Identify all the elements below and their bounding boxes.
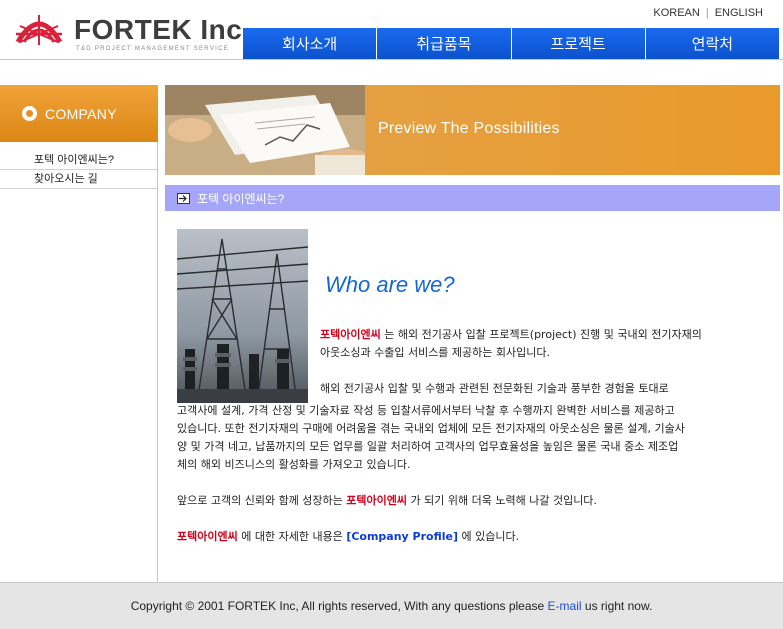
fortek-logo[interactable]: FORTEK Inc. T&D PROJECT MANAGEMENT SERVI… — [14, 10, 250, 52]
company-profile-link[interactable]: [Company Profile] — [346, 530, 458, 543]
closing-text-after: 가 되기 위해 더욱 노력해 나갈 것입니다. — [410, 494, 597, 507]
closing-line: 앞으로 고객의 신뢰와 함께 성장하는 포텍아이엔씨 가 되기 위해 더욱 노력… — [177, 492, 597, 510]
sidebar-header: COMPANY — [0, 85, 158, 142]
documents-photo — [165, 85, 365, 175]
email-link[interactable]: E-mail — [548, 599, 582, 613]
sidebar-item-about[interactable]: 포텍 아이엔씨는? — [0, 151, 157, 170]
closing-text-before: 앞으로 고객의 신뢰와 함께 성장하는 — [177, 494, 343, 507]
profile-text-after: 에 있습니다. — [461, 530, 520, 543]
main-nav: 회사소개 취급품목 프로젝트 연락처 — [243, 28, 779, 59]
logo-subtitle: T&D PROJECT MANAGEMENT SERVICE — [76, 46, 230, 52]
brand-name: 포텍아이엔씨 — [320, 328, 381, 341]
copyright-before: Copyright © 2001 FORTEK Inc, All rights … — [130, 599, 545, 613]
fortek-logo-mark-icon — [15, 15, 63, 45]
banner: Preview The Possibilities — [165, 85, 780, 175]
header-divider — [0, 59, 783, 60]
intro-line-1: 포텍아이엔씨 는 해외 전기공사 입찰 프로젝트(project) 진행 및 국… — [320, 326, 702, 344]
brand-name: 포텍아이엔씨 — [177, 530, 238, 543]
banner-tagline: Preview The Possibilities — [378, 120, 560, 137]
profile-line: 포텍아이엔씨 에 대한 자세한 내용은 [Company Profile] 에 … — [177, 528, 519, 546]
body-line-2: 고객사에 설계, 가격 산정 및 기술자료 작성 등 입찰서류에서부터 낙찰 후… — [177, 404, 675, 417]
sidebar-menu: 포텍 아이엔씨는? 찾아오시는 길 — [0, 151, 157, 189]
body-line-3: 있습니다. 또한 전기자재의 구매에 어려움을 겪는 국내외 업체에 모든 전기… — [177, 422, 685, 435]
copyright-text: Copyright © 2001 FORTEK Inc, All rights … — [131, 599, 653, 613]
intro-line-2: 아웃소싱과 수출입 서비스를 제공하는 회사입니다. — [320, 346, 551, 359]
intro-line-1-text: 는 해외 전기공사 입찰 프로젝트(project) 진행 및 국내외 전기자재… — [384, 328, 702, 341]
section-title: 포텍 아이엔씨는? — [197, 191, 285, 206]
circle-bullet-icon — [22, 106, 37, 121]
footer: Copyright © 2001 FORTEK Inc, All rights … — [0, 582, 783, 629]
brand-name: 포텍아이엔씨 — [346, 494, 408, 507]
nav-projects[interactable]: 프로젝트 — [510, 28, 645, 59]
sidebar-title: COMPANY — [45, 105, 117, 122]
sidebar: COMPANY 포텍 아이엔씨는? 찾아오시는 길 — [0, 85, 158, 582]
logo-text: FORTEK Inc. — [74, 14, 251, 45]
profile-text: 에 대한 자세한 내용은 — [241, 530, 343, 543]
language-switcher: KOREAN | ENGLISH — [653, 7, 763, 19]
header: FORTEK Inc. T&D PROJECT MANAGEMENT SERVI… — [0, 0, 783, 60]
lang-separator: | — [705, 7, 709, 19]
body-line-1: 해외 전기공사 입찰 및 수행과 관련된 전문화된 기술과 풍부한 경험을 토대… — [320, 382, 669, 395]
nav-products[interactable]: 취급품목 — [376, 28, 511, 59]
sidebar-item-location[interactable]: 찾아오시는 길 — [0, 170, 157, 189]
section-title-bar: 포텍 아이엔씨는? — [165, 185, 780, 211]
body-line-5: 체의 해외 비즈니스의 활성화를 가져오고 있습니다. — [177, 458, 411, 471]
nav-company[interactable]: 회사소개 — [243, 28, 377, 59]
headline: Who are we? — [325, 272, 455, 297]
nav-contact[interactable]: 연락처 — [644, 28, 779, 59]
arrow-right-icon — [177, 192, 190, 204]
substation-photo — [177, 229, 308, 403]
lang-korean-link[interactable]: KOREAN — [653, 7, 699, 19]
body-line-4: 양 및 가격 네고, 납품까지의 모든 업무를 일괄 처리하여 고객사의 업무효… — [177, 440, 679, 453]
lang-english-link[interactable]: ENGLISH — [715, 7, 763, 19]
copyright-after: us right now. — [584, 599, 653, 613]
